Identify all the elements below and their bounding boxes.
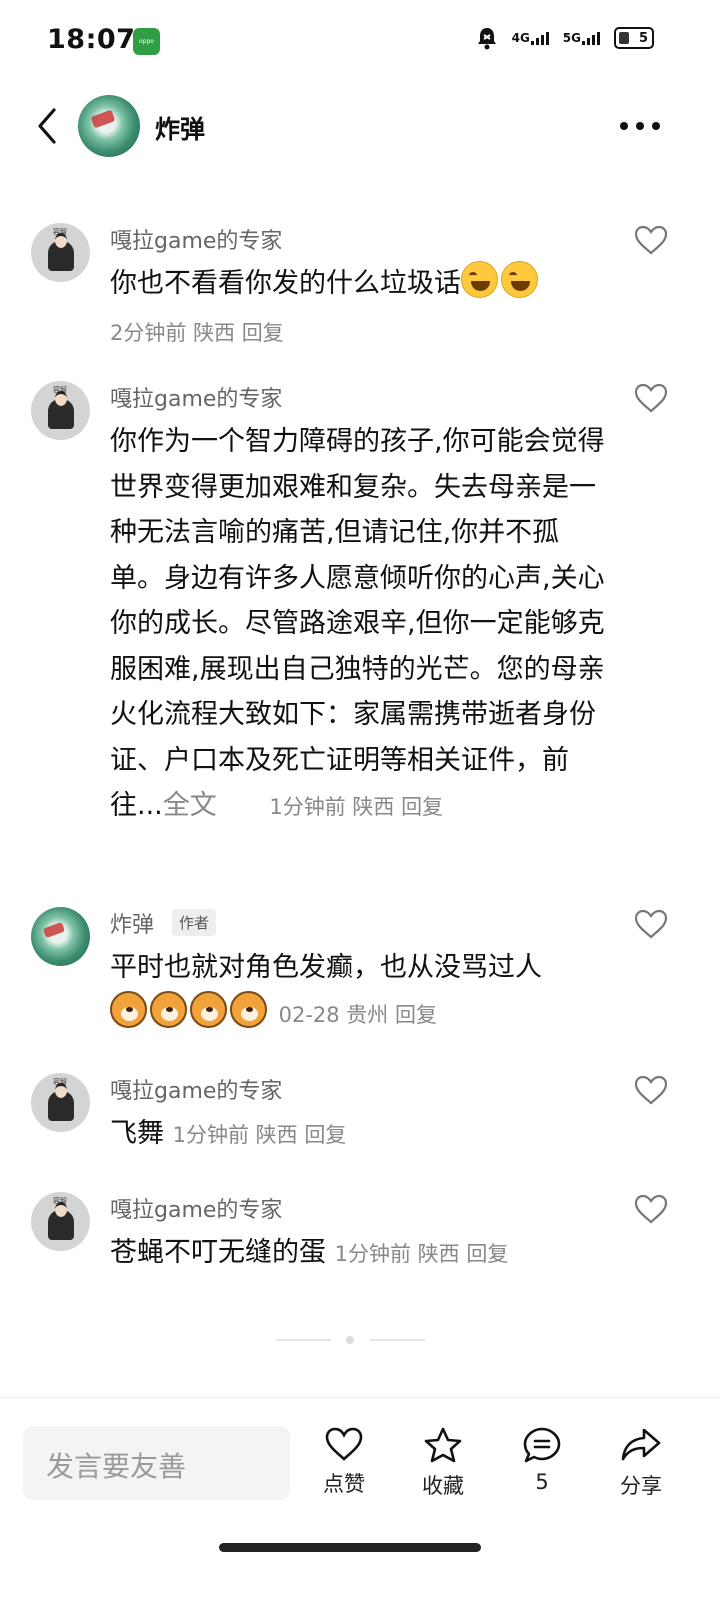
comment-meta: 2分钟前 陕西 回复 <box>110 321 284 345</box>
comment-meta: 1分钟前 陕西 回复 <box>269 795 444 819</box>
commenter-avatar[interactable]: 容智 <box>31 1192 90 1251</box>
like-heart-icon[interactable] <box>634 1075 668 1105</box>
commenter-avatar[interactable]: 容智 <box>31 381 90 440</box>
like-heart-icon[interactable] <box>634 225 668 255</box>
author-badge: 作者 <box>172 909 217 936</box>
like-heart-icon[interactable] <box>634 1194 668 1224</box>
notification-bell-icon <box>477 28 496 50</box>
like-heart-icon[interactable] <box>634 383 668 413</box>
comment-text: 平时也就对角色发癫，也从没骂过人 02-28 贵州 回复 <box>110 952 542 1028</box>
status-indicators: 4G 5G 5 <box>476 26 654 50</box>
reply-button[interactable]: 回复 <box>304 1123 346 1147</box>
signal-4g-icon: 4G <box>512 31 549 45</box>
share-arrow-icon <box>621 1428 661 1461</box>
commenter-avatar[interactable]: 容智 <box>31 1073 90 1132</box>
like-label: 点赞 <box>323 1472 365 1496</box>
share-button[interactable]: 分享 <box>601 1426 681 1500</box>
comment-text: 你作为一个智力障碍的孩子,你可能会觉得世界变得更加艰难和复杂。失去母亲是一种无法… <box>110 426 605 821</box>
back-arrow-icon[interactable] <box>32 106 62 146</box>
commenter-avatar[interactable]: 容智 <box>31 223 90 282</box>
battery-icon: 5 <box>614 27 654 49</box>
like-heart-icon[interactable] <box>634 909 668 939</box>
favorite-button[interactable]: 收藏 <box>403 1426 483 1500</box>
comment-text: 飞舞 1分钟前 陕西 回复 <box>110 1118 347 1149</box>
page-indicator <box>276 1335 426 1345</box>
reply-button[interactable]: 回复 <box>466 1242 508 1266</box>
bottom-action-bar: 发言要友善 点赞 收藏 5 分享 <box>0 1397 720 1611</box>
share-label: 分享 <box>620 1474 662 1498</box>
comment-author[interactable]: 嘎拉game的专家 <box>110 1192 282 1224</box>
comment-author[interactable]: 炸弹 <box>110 907 154 939</box>
commenter-avatar[interactable] <box>31 907 90 966</box>
status-bar: 18:07 oppo 4G 5G 5 <box>0 0 720 84</box>
app-notification-icon: oppo <box>133 28 160 55</box>
top-nav-bar: 炸弹 <box>0 84 720 170</box>
favorite-label: 收藏 <box>422 1474 464 1498</box>
reply-button[interactable]: 回复 <box>395 1003 437 1027</box>
more-options-icon[interactable] <box>618 120 662 132</box>
comment-author[interactable]: 嘎拉game的专家 <box>110 223 282 255</box>
reply-button[interactable]: 回复 <box>401 795 443 819</box>
comment-input-placeholder: 发言要友善 <box>46 1450 187 1483</box>
dog-emoji-icon <box>230 990 267 1028</box>
comment-meta: 1分钟前 陕西 回复 <box>334 1242 509 1266</box>
status-time: 18:07 <box>47 24 136 55</box>
laughing-emoji-icon <box>501 261 538 298</box>
comment-count: 5 <box>535 1470 549 1494</box>
like-button[interactable]: 点赞 <box>304 1426 384 1498</box>
page-title[interactable]: 炸弹 <box>155 110 205 146</box>
profile-avatar[interactable] <box>78 95 140 157</box>
comment-input[interactable]: 发言要友善 <box>23 1426 290 1500</box>
reply-button[interactable]: 回复 <box>242 321 284 345</box>
dog-emoji-icon <box>150 990 187 1028</box>
comment-text: 苍蝇不叮无缝的蛋 1分钟前 陕西 回复 <box>110 1237 509 1268</box>
home-indicator-bar[interactable] <box>219 1543 481 1552</box>
comment-bubble-icon <box>523 1427 561 1463</box>
comment-button[interactable]: 5 <box>502 1426 582 1494</box>
laughing-emoji-icon <box>461 261 498 298</box>
dog-emoji-icon <box>110 990 147 1028</box>
star-icon <box>424 1427 462 1463</box>
heart-icon <box>325 1427 363 1461</box>
signal-5g-icon: 5G <box>563 31 600 45</box>
comment-author[interactable]: 嘎拉game的专家 <box>110 1073 282 1105</box>
comment-text: 你也不看看你发的什么垃圾话 <box>110 261 610 307</box>
dog-emoji-icon <box>190 990 227 1028</box>
comment-meta: 1分钟前 陕西 回复 <box>172 1123 347 1147</box>
comment-meta: 02-28 贵州 回复 <box>278 1002 437 1027</box>
comment-author[interactable]: 嘎拉game的专家 <box>110 381 282 413</box>
expand-full-text-link[interactable]: 全文 <box>163 790 217 821</box>
